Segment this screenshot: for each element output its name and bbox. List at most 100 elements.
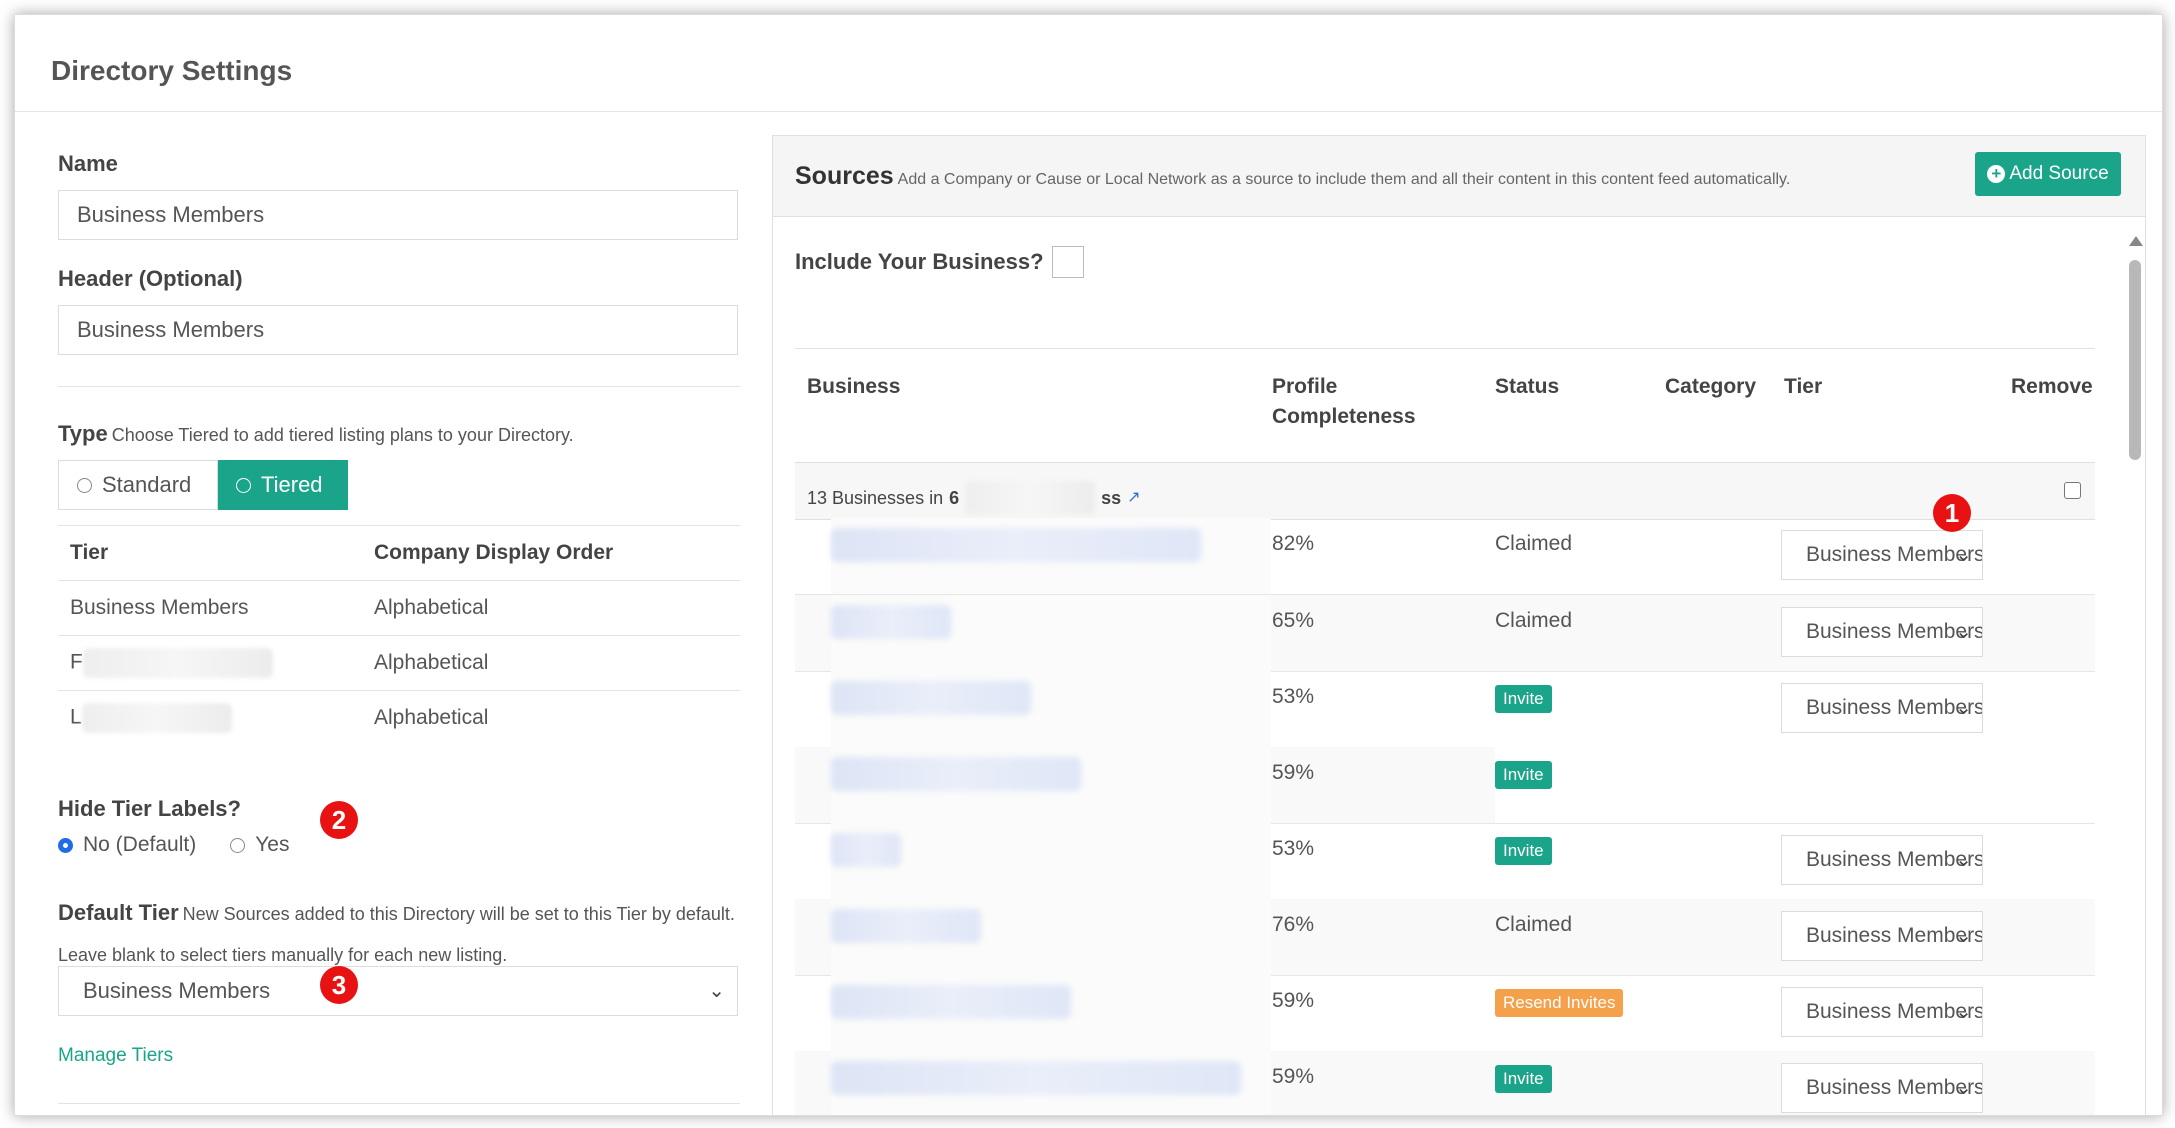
- sources-hint: Add a Company or Cause or Local Network …: [897, 171, 1791, 188]
- type-standard-label: Standard: [102, 472, 192, 497]
- tier-select[interactable]: Business Members ⌄: [1781, 530, 1983, 580]
- radio-no-icon[interactable]: [58, 837, 73, 853]
- redacted-business-name[interactable]: [831, 528, 1201, 562]
- group-name-end: ss: [1101, 487, 1122, 508]
- redacted-text: [965, 481, 1096, 515]
- business-cell: [831, 595, 1271, 671]
- table-row: 53% Invite Business Members ⌄: [795, 823, 2095, 900]
- radio-yes-icon[interactable]: [230, 837, 246, 853]
- scrollbar[interactable]: [2127, 236, 2143, 1115]
- table-row: 59% Resend Invites Business Members ⌄: [795, 975, 2095, 1052]
- remove-all-checkbox[interactable]: [2064, 482, 2081, 499]
- redacted-business-name[interactable]: [831, 985, 1071, 1019]
- column-category: Category: [1665, 375, 1757, 398]
- radio-icon: [236, 477, 251, 493]
- redacted-business-name[interactable]: [831, 681, 1031, 715]
- directory-settings-window: Directory Settings Name Business Members…: [14, 14, 2163, 1116]
- profile-completeness: 53%: [1272, 685, 1315, 708]
- tier-name: Business Members: [58, 580, 362, 636]
- chevron-down-icon: ⌄: [1955, 697, 1972, 719]
- chevron-down-icon: ⌄: [1955, 925, 1972, 947]
- business-cell: [831, 823, 1271, 899]
- scroll-up-icon[interactable]: [2129, 236, 2143, 246]
- hide-labels-yes[interactable]: Yes: [255, 833, 289, 857]
- type-tiered-option[interactable]: Tiered: [218, 460, 348, 510]
- divider: [58, 386, 740, 387]
- radio-icon: [77, 477, 92, 493]
- tier-table: Tier Company Display Order Business Memb…: [58, 525, 740, 745]
- status-cell: Invite: [1495, 761, 1552, 789]
- invite-button[interactable]: Invite: [1495, 1065, 1552, 1093]
- annotation-badge-2: 2: [320, 801, 358, 839]
- display-order: Alphabetical: [362, 635, 740, 691]
- hide-labels-label: Hide Tier Labels?: [58, 796, 241, 821]
- default-tier-select[interactable]: Business Members ⌄: [58, 966, 738, 1016]
- include-business-checkbox[interactable]: [1051, 246, 1084, 278]
- chevron-down-icon: ⌄: [1955, 1001, 1972, 1023]
- status-text: Claimed: [1495, 532, 1573, 555]
- type-label: Type Choose Tiered to add tiered listing …: [58, 421, 574, 447]
- hide-labels-no[interactable]: No (Default): [83, 833, 196, 857]
- add-source-button[interactable]: + Add Source: [1975, 152, 2121, 196]
- business-cell: [831, 1051, 1271, 1115]
- table-row: 53% Invite Business Members ⌄: [795, 671, 2095, 748]
- tier-select[interactable]: Business Members ⌄: [1781, 835, 1983, 885]
- status-cell: Invite: [1495, 837, 1552, 865]
- table-row: 59% Invite Business Members ⌄: [795, 1051, 2095, 1115]
- tier-name-cell: F: [58, 635, 362, 691]
- redacted-business-name[interactable]: [831, 605, 951, 639]
- sources-panel: Sources Add a Company or Cause or Local N…: [772, 135, 2146, 1115]
- table-row: 76% Claimed Business Members ⌄: [795, 899, 2095, 976]
- tier-select[interactable]: Business Members ⌄: [1781, 1063, 1983, 1113]
- profile-completeness: 76%: [1272, 913, 1315, 936]
- profile-completeness: 59%: [1272, 1065, 1315, 1088]
- name-input[interactable]: Business Members: [58, 190, 738, 240]
- business-cell: [831, 671, 1271, 747]
- scroll-thumb[interactable]: [2129, 260, 2141, 460]
- business-cell: [831, 518, 1271, 594]
- resend-invites-button[interactable]: Resend Invites: [1495, 989, 1624, 1017]
- display-order: Alphabetical: [362, 690, 740, 745]
- tier-select[interactable]: Business Members ⌄: [1781, 987, 1983, 1037]
- invite-button[interactable]: Invite: [1495, 685, 1552, 713]
- include-business: Include Your Business?: [795, 246, 1084, 278]
- type-tiered-label: Tiered: [261, 472, 323, 497]
- profile-completeness: 65%: [1272, 609, 1315, 632]
- external-link-icon[interactable]: ↗: [1127, 490, 1143, 506]
- tier-name-cell: L: [58, 690, 362, 745]
- redacted-business-name[interactable]: [831, 1061, 1241, 1095]
- redacted-business-name[interactable]: [831, 833, 901, 867]
- redacted-text: [82, 648, 273, 678]
- divider: [795, 348, 2095, 349]
- type-label-text: Type: [58, 421, 108, 446]
- column-business: Business: [807, 375, 901, 398]
- empty-tier-cell: [1495, 747, 2095, 823]
- status-cell: Resend Invites: [1495, 989, 1624, 1017]
- sources-title-text: Sources: [795, 162, 894, 190]
- redacted-business-name[interactable]: [831, 909, 981, 943]
- header-label: Header (Optional): [58, 266, 243, 291]
- type-standard-option[interactable]: Standard: [58, 460, 218, 510]
- manage-tiers-link[interactable]: Manage Tiers: [58, 1045, 173, 1067]
- tier-select[interactable]: Business Members ⌄: [1781, 607, 1983, 657]
- column-profile: Profile Completeness: [1272, 375, 1416, 428]
- chevron-down-icon: ⌄: [1955, 849, 1972, 871]
- table-row: L Alphabetical: [58, 690, 740, 745]
- redacted-text: [81, 703, 232, 733]
- invite-button[interactable]: Invite: [1495, 837, 1552, 865]
- status-cell: Claimed: [1495, 913, 1572, 937]
- tier-name: L: [70, 705, 82, 729]
- status-cell: Claimed: [1495, 609, 1572, 633]
- header-input[interactable]: Business Members: [58, 305, 738, 355]
- chevron-down-icon: ⌄: [1955, 544, 1972, 566]
- status-text: Claimed: [1495, 913, 1573, 936]
- add-source-label: Add Source: [2009, 163, 2109, 184]
- chevron-down-icon: ⌄: [1955, 621, 1972, 643]
- tier-select[interactable]: Business Members ⌄: [1781, 683, 1983, 733]
- business-cell: [831, 899, 1271, 975]
- invite-button[interactable]: Invite: [1495, 761, 1552, 789]
- profile-completeness: 59%: [1272, 761, 1315, 784]
- redacted-business-name[interactable]: [831, 757, 1081, 791]
- tier-select[interactable]: Business Members ⌄: [1781, 911, 1983, 961]
- column-tier: Tier: [1784, 375, 1823, 398]
